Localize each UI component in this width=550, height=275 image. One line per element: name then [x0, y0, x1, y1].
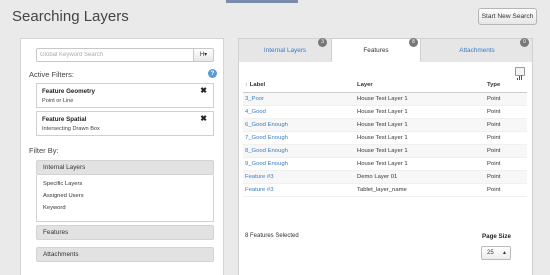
type-cell: Point — [485, 157, 527, 171]
feature-label-link[interactable]: Feature #3 — [243, 183, 355, 197]
layer-cell: Demo Layer 01 — [355, 170, 485, 184]
filter-title: Feature Spatial — [42, 116, 87, 123]
remove-filter-icon[interactable]: ✖ — [200, 86, 207, 95]
tab-attachments[interactable]: Attachments 0 — [421, 38, 533, 62]
filter-option-assigned-users[interactable]: Assigned Users — [43, 193, 84, 199]
active-filter-spatial: Feature Spatial Intersecting Drawn Box ✖ — [36, 111, 214, 136]
type-cell: Point — [485, 105, 527, 119]
count-badge: 0 — [520, 38, 529, 47]
tab-label: Features — [363, 47, 389, 54]
layer-cell: House Test Layer 1 — [355, 157, 485, 171]
layer-cell: Tablet_layer_name — [355, 183, 485, 197]
tab-features[interactable]: Features 8 — [331, 38, 421, 62]
feature-label-link[interactable]: 3_Poor — [243, 92, 355, 106]
accordion-internal-layers[interactable]: Internal Layers — [36, 160, 214, 175]
feature-label-link[interactable]: 8_Good Enough — [243, 144, 355, 158]
table-row[interactable]: 4_Good House Test Layer 1 Point — [243, 105, 527, 119]
page-size-value: 25 — [487, 250, 494, 256]
column-header-layer[interactable]: Layer — [355, 79, 485, 93]
table-row[interactable]: 7_Good Enough House Test Layer 1 Point — [243, 131, 527, 145]
accordion-features[interactable]: Features — [36, 225, 214, 240]
search-filters-panel: H▾ Active Filters: ? Feature Geometry Po… — [20, 38, 224, 275]
type-cell: Point — [485, 183, 527, 197]
feature-label-link[interactable]: 9_Good Enough — [243, 157, 355, 171]
layer-cell: House Test Layer 1 — [355, 144, 485, 158]
export-icon[interactable] — [515, 67, 525, 80]
filter-value: Point or Line — [42, 98, 74, 104]
type-cell: Point — [485, 131, 527, 145]
page-size-label: Page Size — [482, 233, 511, 240]
active-filter-geometry: Feature Geometry Point or Line ✖ — [36, 83, 214, 108]
feature-label-link[interactable]: 4_Good — [243, 105, 355, 119]
feature-label-link[interactable]: Feature #3 — [243, 170, 355, 184]
sort-icon: ↕ — [245, 82, 248, 89]
count-badge: 3 — [318, 38, 327, 47]
table-row[interactable]: 6_Good Enough House Test Layer 1 Point — [243, 118, 527, 132]
filter-by-label: Filter By: — [29, 146, 59, 155]
search-scope-dropdown-button[interactable]: H▾ — [193, 48, 214, 62]
type-cell: Point — [485, 92, 527, 106]
accordion-attachments[interactable]: Attachments — [36, 247, 214, 262]
keyword-search-group: H▾ — [36, 48, 214, 62]
tab-label: Internal Layers — [263, 47, 307, 54]
remove-filter-icon[interactable]: ✖ — [200, 114, 207, 123]
table-row[interactable]: Feature #3 Demo Layer 01 Point — [243, 170, 527, 184]
select-arrow-icon: ▲ — [502, 250, 507, 256]
table-row[interactable]: 3_Poor House Test Layer 1 Point — [243, 92, 527, 106]
page-size-select[interactable]: 25 ▲ — [481, 246, 511, 260]
table-row[interactable]: 8_Good Enough House Test Layer 1 Point — [243, 144, 527, 158]
type-cell: Point — [485, 144, 527, 158]
accordion-internal-layers-body: Specific Layers Assigned Users Keyword — [36, 175, 214, 222]
table-row[interactable]: Feature #3 Tablet_layer_name Point — [243, 183, 527, 197]
layer-cell: House Test Layer 1 — [355, 105, 485, 119]
layer-cell: House Test Layer 1 — [355, 131, 485, 145]
filter-title: Feature Geometry — [42, 88, 95, 95]
filter-option-keyword[interactable]: Keyword — [43, 205, 66, 211]
global-keyword-search-input[interactable] — [36, 48, 193, 62]
column-header-label[interactable]: ↕ Label — [243, 79, 355, 93]
type-cell: Point — [485, 118, 527, 132]
tab-label: Attachments — [459, 47, 495, 54]
page-title: Searching Layers — [12, 8, 129, 25]
feature-label-link[interactable]: 6_Good Enough — [243, 118, 355, 132]
column-header-label-text: Label — [249, 82, 266, 89]
top-nav-accent — [226, 0, 298, 3]
layer-cell: House Test Layer 1 — [355, 118, 485, 132]
table-header-row: ↕ Label Layer Type — [243, 79, 527, 93]
start-new-search-button[interactable]: Start New Search — [478, 8, 537, 25]
column-header-type[interactable]: Type — [485, 79, 527, 93]
count-badge: 8 — [409, 38, 418, 47]
selected-count: 8 Features Selected — [245, 233, 299, 239]
filter-value: Intersecting Drawn Box — [42, 126, 100, 132]
layer-cell: House Test Layer 1 — [355, 92, 485, 106]
help-icon[interactable]: ? — [208, 69, 217, 78]
table-row[interactable]: 9_Good Enough House Test Layer 1 Point — [243, 157, 527, 171]
type-cell: Point — [485, 170, 527, 184]
feature-label-link[interactable]: 7_Good Enough — [243, 131, 355, 145]
active-filters-label: Active Filters: — [29, 70, 75, 79]
features-tab-content: ↕ Label Layer Type 3_Poor House Test Layer… — [239, 62, 532, 275]
results-panel: Internal Layers 3 Features 8 Attachments… — [238, 38, 533, 275]
filter-option-specific-layers[interactable]: Specific Layers — [43, 181, 82, 187]
features-table: ↕ Label Layer Type 3_Poor House Test Layer… — [243, 79, 527, 197]
tab-internal-layers[interactable]: Internal Layers 3 — [239, 38, 331, 62]
